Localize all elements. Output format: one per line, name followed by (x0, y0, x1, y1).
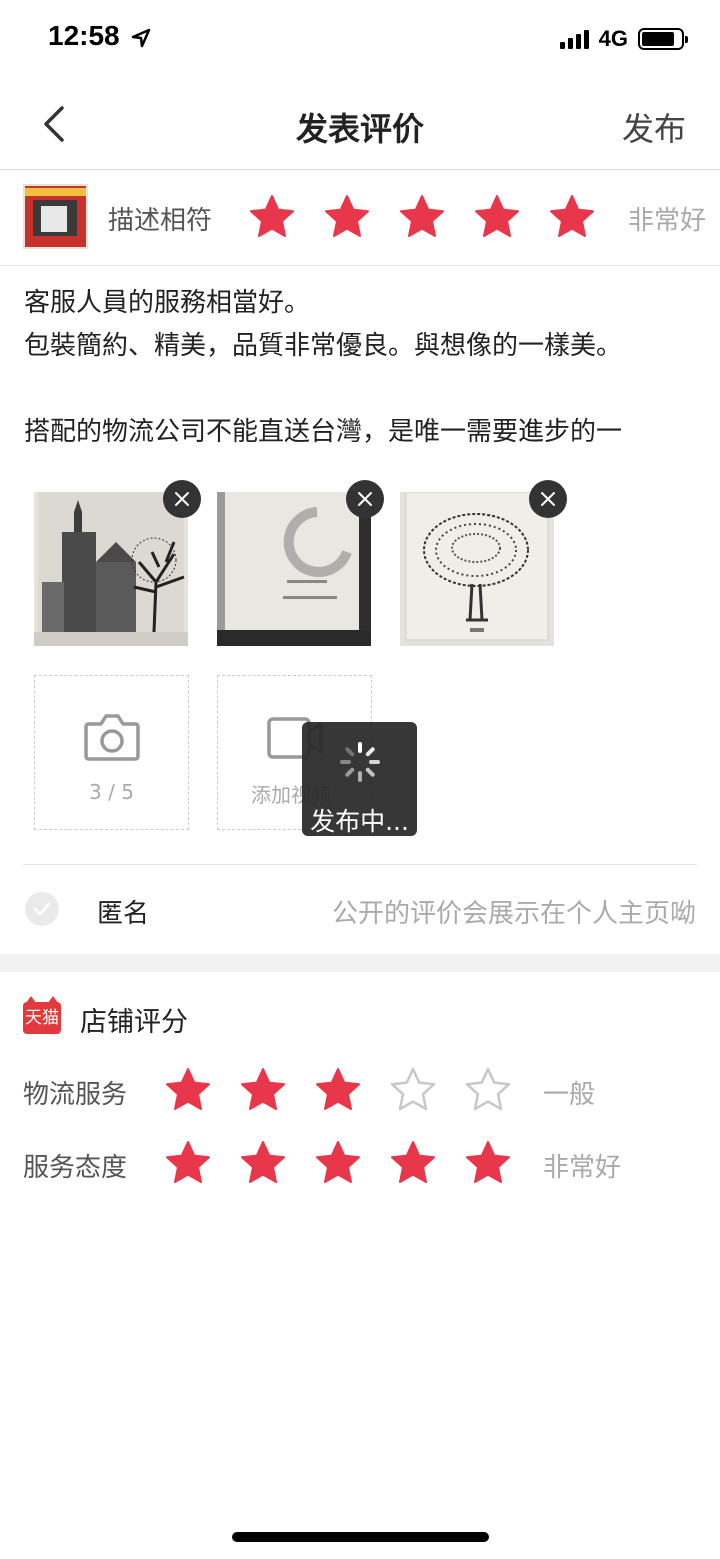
section-separator (0, 954, 720, 972)
logistics-label: 物流服务 (23, 1080, 128, 1110)
anonymous-label[interactable]: 匿名 (97, 893, 149, 930)
camera-icon (84, 714, 140, 761)
rating-text: 非常好 (628, 206, 707, 236)
network-type: 4G (598, 26, 628, 51)
logistics-star-1-filled[interactable] (164, 1066, 212, 1114)
publish-button[interactable]: 发布 (622, 104, 686, 150)
logistics-star-2-filled[interactable] (239, 1066, 287, 1114)
status-time: 12:58 (48, 20, 120, 51)
shop-rating-title: 店铺评分 (80, 1007, 188, 1038)
status-bar: 12:58 4G (0, 0, 720, 80)
add-photo-button[interactable]: 3 / 5 (34, 675, 189, 830)
tmall-logo: 天猫 (23, 996, 61, 1034)
product-rating-stars (248, 193, 596, 241)
loading-toast: 发布中... (302, 722, 417, 836)
service-rating-text: 非常好 (543, 1153, 622, 1183)
service-label: 服务态度 (23, 1153, 128, 1183)
logistics-rating-text: 一般 (543, 1080, 596, 1110)
signal-icon (559, 29, 589, 49)
product-rating-row: 描述相符 非常好 (0, 170, 720, 266)
logistics-rating-stars (164, 1066, 512, 1114)
service-star-4-filled[interactable] (389, 1139, 437, 1187)
product-star-2-filled[interactable] (323, 193, 371, 241)
divider (23, 864, 697, 865)
home-indicator (232, 1532, 489, 1542)
close-icon (358, 492, 372, 506)
product-star-1-filled[interactable] (248, 193, 296, 241)
product-star-4-filled[interactable] (473, 193, 521, 241)
product-thumbnail (23, 184, 88, 249)
rating-label: 描述相符 (108, 206, 213, 236)
toast-text: 发布中... (310, 807, 409, 836)
page-title: 发表评价 (295, 110, 424, 148)
close-icon (541, 492, 555, 506)
close-icon (175, 492, 189, 506)
product-star-5-filled[interactable] (548, 193, 596, 241)
service-rating-stars (164, 1139, 512, 1187)
anonymous-checkbox[interactable] (25, 892, 59, 926)
battery-icon (638, 28, 688, 50)
service-star-5-filled[interactable] (464, 1139, 512, 1187)
remove-photo-3-button[interactable] (529, 480, 567, 518)
product-star-3-filled[interactable] (398, 193, 446, 241)
service-star-1-filled[interactable] (164, 1139, 212, 1187)
remove-photo-2-button[interactable] (346, 480, 384, 518)
logistics-star-5-empty[interactable] (464, 1066, 512, 1114)
check-icon (33, 902, 51, 916)
remove-photo-1-button[interactable] (163, 480, 201, 518)
nav-bar: 发表评价 发布 (0, 80, 720, 170)
service-star-2-filled[interactable] (239, 1139, 287, 1187)
anonymous-hint: 公开的评价会展示在个人主页呦 (331, 899, 696, 929)
photo-count: 3 / 5 (89, 780, 134, 804)
status-indicators: 4G (559, 26, 688, 52)
ereader-screen-photo[interactable] (217, 492, 371, 646)
spinner-icon (340, 742, 380, 782)
service-star-3-filled[interactable] (314, 1139, 362, 1187)
logistics-star-3-filled[interactable] (314, 1066, 362, 1114)
location-arrow-icon (131, 28, 151, 48)
church-sketch-photo[interactable] (34, 492, 188, 646)
logistics-star-4-empty[interactable] (389, 1066, 437, 1114)
review-textarea[interactable]: 客服人員的服務相當好。 包裝簡約、精美，品質非常優良。與想像的一樣美。 搭配的物… (24, 282, 704, 454)
tree-drawing-photo[interactable] (400, 492, 554, 646)
